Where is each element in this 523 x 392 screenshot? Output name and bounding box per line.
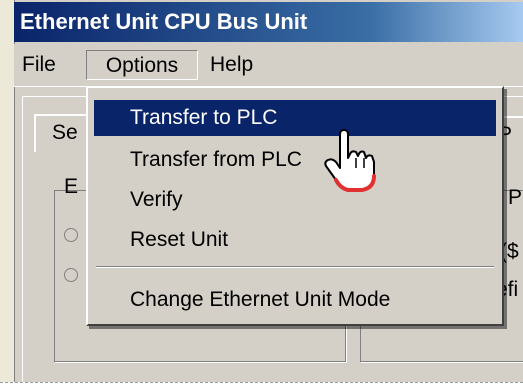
group-label-fragment: E bbox=[64, 175, 79, 198]
options-dropdown-menu: Transfer to PLC Transfer from PLC Verify… bbox=[86, 86, 504, 326]
radio-button[interactable] bbox=[64, 268, 78, 282]
menu-item-verify[interactable]: Verify bbox=[94, 182, 496, 218]
menu-file[interactable]: File bbox=[14, 50, 64, 80]
menu-item-reset-unit[interactable]: Reset Unit bbox=[94, 222, 496, 258]
label-fragment-p: P bbox=[508, 186, 523, 209]
window-title: Ethernet Unit CPU Bus Unit bbox=[20, 9, 308, 34]
application-window: Ethernet Unit CPU Bus Unit File Options … bbox=[0, 0, 523, 392]
menu-help[interactable]: Help bbox=[202, 50, 261, 80]
menu-options[interactable]: Options bbox=[86, 50, 198, 80]
torn-bottom-edge bbox=[0, 382, 523, 392]
menu-item-change-ethernet-unit-mode[interactable]: Change Ethernet Unit Mode bbox=[94, 282, 496, 318]
menu-item-transfer-from-plc[interactable]: Transfer from PLC bbox=[94, 142, 496, 178]
hand-pointer-icon bbox=[324, 129, 376, 192]
left-window-edge bbox=[0, 0, 15, 392]
menu-bar: File Options Help bbox=[14, 44, 523, 87]
radio-button[interactable] bbox=[64, 228, 78, 242]
menu-item-transfer-to-plc[interactable]: Transfer to PLC bbox=[94, 100, 496, 136]
menu-separator bbox=[96, 266, 494, 268]
title-bar: Ethernet Unit CPU Bus Unit bbox=[14, 2, 523, 42]
